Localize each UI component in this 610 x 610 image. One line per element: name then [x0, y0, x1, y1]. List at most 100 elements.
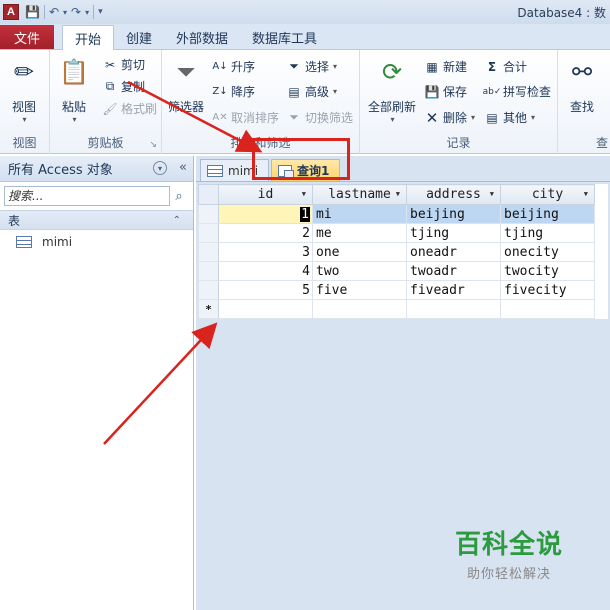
table-cell-address[interactable]: fiveadr — [406, 280, 501, 300]
cut-button[interactable]: ✂ 剪切 — [102, 56, 145, 73]
tab-database-tools[interactable]: 数据库工具 — [240, 25, 329, 49]
column-header-id[interactable]: id ▼ — [218, 184, 313, 205]
table-cell-city[interactable]: tjing — [500, 223, 595, 243]
format-painter-button[interactable]: 🖌 格式刷 — [102, 100, 157, 117]
column-dropdown-icon[interactable]: ▼ — [396, 190, 400, 198]
section-collapse-icon[interactable]: ⌃ — [173, 215, 181, 226]
column-header-address[interactable]: address ▼ — [406, 184, 501, 205]
table-cell-lastname[interactable]: me — [312, 223, 407, 243]
spelling-icon: ab✓ — [482, 86, 502, 97]
nav-collapse-icon[interactable]: « — [179, 160, 187, 175]
group-label-records: 记录 — [446, 136, 471, 150]
refresh-all-button[interactable]: ⟳ 全部刷新 ▾ — [368, 56, 416, 124]
table-cell-id[interactable]: 3 — [218, 242, 313, 262]
table-cell-address[interactable]: twoadr — [406, 261, 501, 281]
table-cell-address[interactable]: oneadr — [406, 242, 501, 262]
row-selector[interactable] — [198, 204, 219, 224]
column-dropdown-icon[interactable]: ▼ — [584, 190, 588, 198]
table-cell-id[interactable]: 2 — [218, 223, 313, 243]
clipboard-launcher-icon[interactable]: ↘ — [149, 140, 157, 150]
new-record-label: 新建 — [443, 60, 468, 74]
totals-button[interactable]: Σ 合计 — [484, 58, 527, 75]
group-records: ⟳ 全部刷新 ▾ ▦ 新建 💾 保存 ✕ 删除 ▾ Σ 合计 ab✓ 拼写检查 … — [360, 50, 558, 154]
undo-icon[interactable]: ↶ — [49, 5, 59, 19]
tab-file[interactable]: 文件 — [0, 25, 54, 49]
redo-icon[interactable]: ↷ — [71, 5, 81, 19]
select-all-corner[interactable] — [198, 184, 219, 205]
new-record-marker[interactable]: * — [198, 299, 219, 319]
sort-descending-label: 降序 — [231, 85, 256, 99]
advanced-filter-icon: ▤ — [288, 84, 300, 99]
table-row[interactable]: 3 one oneadr onecity — [198, 242, 595, 262]
table-cell-id[interactable]: 1 — [218, 204, 313, 224]
toggle-filter-button[interactable]: ⏷ 切换筛选 — [286, 109, 353, 126]
table-cell-lastname[interactable]: five — [312, 280, 407, 300]
copy-label: 复制 — [121, 80, 146, 94]
table-cell-address[interactable]: beijing — [406, 204, 501, 224]
filter-label: 筛选器 — [168, 100, 205, 114]
funnel-icon: ⏷ — [176, 58, 196, 86]
tab-home[interactable]: 开始 — [62, 25, 115, 50]
redo-dropdown-icon[interactable]: ▾ — [85, 8, 89, 17]
watermark-sub-text: 助你轻松解决 — [466, 567, 551, 582]
column-dropdown-icon[interactable]: ▼ — [302, 190, 306, 198]
spelling-button[interactable]: ab✓ 拼写检查 — [482, 83, 551, 100]
table-cell-city[interactable] — [500, 299, 595, 319]
nav-section-tables[interactable]: 表 ⌃ — [0, 210, 193, 230]
save-icon[interactable]: 💾 — [25, 5, 40, 19]
row-selector[interactable] — [198, 223, 219, 243]
column-header-label: lastname — [328, 187, 391, 202]
table-row[interactable]: 5 five fiveadr fivecity — [198, 280, 595, 300]
table-cell-address[interactable]: tjing — [406, 223, 501, 243]
table-cell-address[interactable] — [406, 299, 501, 319]
table-row[interactable]: 1 mi beijing beijing — [198, 204, 595, 224]
sort-ascending-button[interactable]: A↓ 升序 — [212, 58, 255, 75]
table-cell-lastname[interactable] — [312, 299, 407, 319]
column-header-lastname[interactable]: lastname ▼ — [312, 184, 407, 205]
new-record-button[interactable]: ▦ 新建 — [424, 58, 467, 75]
tab-external-data[interactable]: 外部数据 — [164, 25, 240, 49]
row-selector[interactable] — [198, 242, 219, 262]
advanced-button[interactable]: ▤ 高级 ▾ — [286, 83, 337, 100]
paste-button[interactable]: 📋 粘贴 ▾ — [58, 56, 90, 124]
table-cell-lastname[interactable]: one — [312, 242, 407, 262]
table-cell-city[interactable]: twocity — [500, 261, 595, 281]
row-selector[interactable] — [198, 280, 219, 300]
table-cell-lastname[interactable]: two — [312, 261, 407, 281]
sort-ascending-icon: A↓ — [212, 61, 228, 72]
table-row[interactable]: 2 me tjing tjing — [198, 223, 595, 243]
nav-menu-dropdown-icon[interactable]: ▾ — [153, 161, 167, 175]
table-cell-lastname[interactable]: mi — [312, 204, 407, 224]
copy-button[interactable]: ⧉ 复制 — [102, 78, 145, 95]
find-label: 查找 — [569, 100, 594, 114]
column-header-city[interactable]: city ▼ — [500, 184, 595, 205]
filter-button[interactable]: ⏷ 筛选器 — [168, 56, 204, 115]
tab-create[interactable]: 创建 — [114, 25, 164, 49]
table-cell-city[interactable]: onecity — [500, 242, 595, 262]
nav-search-input[interactable] — [4, 186, 170, 206]
undo-dropdown-icon[interactable]: ▾ — [63, 8, 67, 17]
clear-sort-button[interactable]: A✕ 取消排序 — [212, 109, 279, 126]
table-cell-city[interactable]: fivecity — [500, 280, 595, 300]
table-row[interactable]: 4 two twoadr twocity — [198, 261, 595, 281]
more-button[interactable]: ▤ 其他 ▾ — [484, 109, 535, 126]
table-cell-id[interactable]: 4 — [218, 261, 313, 281]
row-selector[interactable] — [198, 261, 219, 281]
table-cell-id[interactable]: 5 — [218, 280, 313, 300]
selection-button[interactable]: ⏷ 选择 ▾ — [286, 58, 337, 75]
column-dropdown-icon[interactable]: ▼ — [490, 190, 494, 198]
save-record-button[interactable]: 💾 保存 — [424, 83, 468, 100]
search-icon[interactable]: ⌕ — [171, 188, 187, 204]
delete-record-button[interactable]: ✕ 删除 ▾ — [424, 108, 475, 127]
nav-item-mimi[interactable]: mimi — [0, 230, 193, 254]
find-button[interactable]: ⚯ 查找 — [566, 56, 598, 115]
new-record-row[interactable]: * — [198, 299, 595, 319]
view-dropdown-icon: ▾ — [22, 115, 27, 124]
sort-descending-button[interactable]: Z↓ 降序 — [212, 83, 255, 100]
table-cell-city[interactable]: beijing — [500, 204, 595, 224]
nav-pane-header[interactable]: 所有 Access 对象 ▾ « — [0, 156, 193, 182]
customize-qat-icon[interactable]: ▾ — [98, 7, 103, 17]
delete-icon: ✕ — [425, 108, 439, 127]
table-cell-id[interactable] — [218, 299, 313, 319]
view-button[interactable]: ✏ 视图 ▾ — [8, 56, 40, 124]
